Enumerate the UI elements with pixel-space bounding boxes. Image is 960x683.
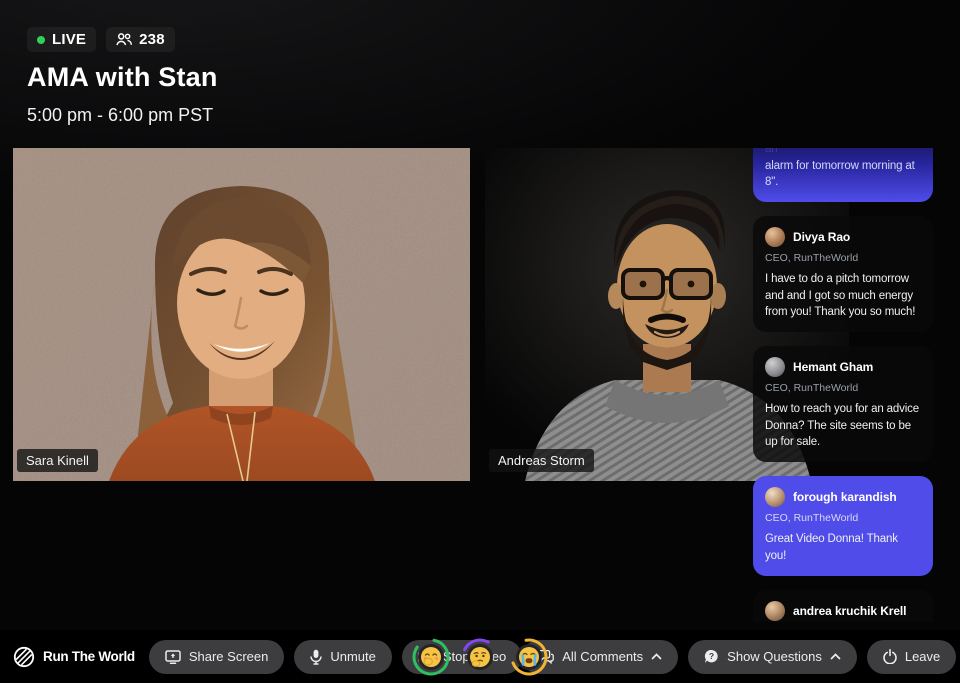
chevron-up-icon: [830, 653, 841, 660]
leave-button[interactable]: Leave: [866, 639, 957, 674]
crying-reaction-button[interactable]: [509, 637, 549, 677]
chat-message[interactable]: andrea kruchik Krell CEO, RunTheWorld Ye…: [753, 589, 933, 622]
microphone-icon: [310, 649, 323, 665]
screen-icon: [165, 649, 181, 664]
page-title: AMA with Stan: [27, 62, 218, 92]
chat-author-name: andrea kruchik Krell: [793, 603, 907, 618]
chat-message-text: How to reach you for an advice Donna? Th…: [765, 403, 920, 448]
all-comments-label: All Comments: [562, 649, 644, 664]
avatar: [765, 487, 785, 508]
chat-message[interactable]: Hemant Gham CEO, RunTheWorld How to reac…: [753, 346, 933, 463]
blushing-smile-reaction-button[interactable]: [411, 637, 451, 677]
reaction-buttons: [411, 637, 549, 677]
brand-name: Run The World: [43, 649, 135, 664]
viewer-count-badge[interactable]: 238: [106, 27, 175, 52]
show-questions-button[interactable]: ? Show Questions: [688, 639, 857, 674]
power-icon: [883, 649, 897, 664]
chat-panel: set a bit like "OK Google, set an alarm …: [753, 148, 933, 622]
chat-message-text-faded: set a bit like "OK Google, set an: [765, 148, 778, 156]
chevron-up-icon: [651, 653, 662, 660]
chat-message-text: I have to do a pitch tomorrow and and I …: [765, 273, 916, 318]
avatar: [765, 357, 785, 378]
chat-message-text: Great Video Donna! Thank you!: [765, 533, 898, 562]
chat-message-highlighted[interactable]: forough karandish CEO, RunTheWorld Great…: [753, 476, 933, 576]
brand: Run The World: [12, 645, 135, 669]
leave-label: Leave: [904, 649, 941, 664]
live-label: LIVE: [52, 31, 87, 48]
chat-author-role: CEO, RunTheWorld: [765, 382, 859, 395]
live-badge: LIVE: [27, 27, 97, 52]
crying-emoji-icon: [519, 646, 539, 667]
chat-message[interactable]: Divya Rao CEO, RunTheWorld I have to do …: [753, 216, 933, 333]
run-the-world-logo-icon: [13, 646, 35, 667]
sara-video-frame: [13, 148, 470, 481]
chat-author-role: CEO, RunTheWorld: [765, 252, 859, 265]
participant-name-tag: Andreas Storm: [489, 449, 594, 472]
participant-name-tag: Sara Kinell: [17, 449, 98, 472]
question-bubble-icon: ?: [705, 649, 718, 663]
unmute-button[interactable]: Unmute: [294, 639, 392, 674]
thinking-emoji-icon: [470, 646, 490, 667]
thinking-reaction-button[interactable]: [460, 637, 500, 677]
avatar: [765, 600, 785, 621]
share-screen-label: Share Screen: [188, 649, 269, 664]
live-dot-icon: [37, 35, 45, 44]
event-time: 5:00 pm - 6:00 pm PST: [27, 105, 214, 125]
chat-author-name: forough karandish: [793, 490, 897, 505]
blushing-smile-emoji-icon: [421, 646, 441, 667]
live-event-screen: LIVE 238 AMA with Stan 5:00 pm - 6:00 pm…: [0, 0, 960, 683]
viewer-count: 238: [139, 31, 165, 48]
control-bar: Run The World Share Screen Unmute Stop A…: [0, 630, 960, 683]
video-tile-sara: Sara Kinell: [13, 148, 470, 481]
chat-message-text: alarm for tomorrow morning at 8".: [765, 159, 915, 188]
avatar: [765, 227, 785, 248]
share-screen-button[interactable]: Share Screen: [148, 639, 285, 674]
show-questions-label: Show Questions: [727, 649, 822, 664]
unmute-label: Unmute: [330, 649, 376, 664]
people-icon: [116, 33, 133, 46]
chat-message-partial[interactable]: set a bit like "OK Google, set an alarm …: [753, 148, 933, 203]
chat-author-role: CEO, RunTheWorld: [765, 512, 859, 525]
chat-author-name: Hemant Gham: [793, 360, 874, 375]
header: LIVE 238: [27, 27, 175, 52]
chat-author-name: Divya Rao: [793, 230, 851, 245]
svg-text:?: ?: [709, 651, 714, 661]
